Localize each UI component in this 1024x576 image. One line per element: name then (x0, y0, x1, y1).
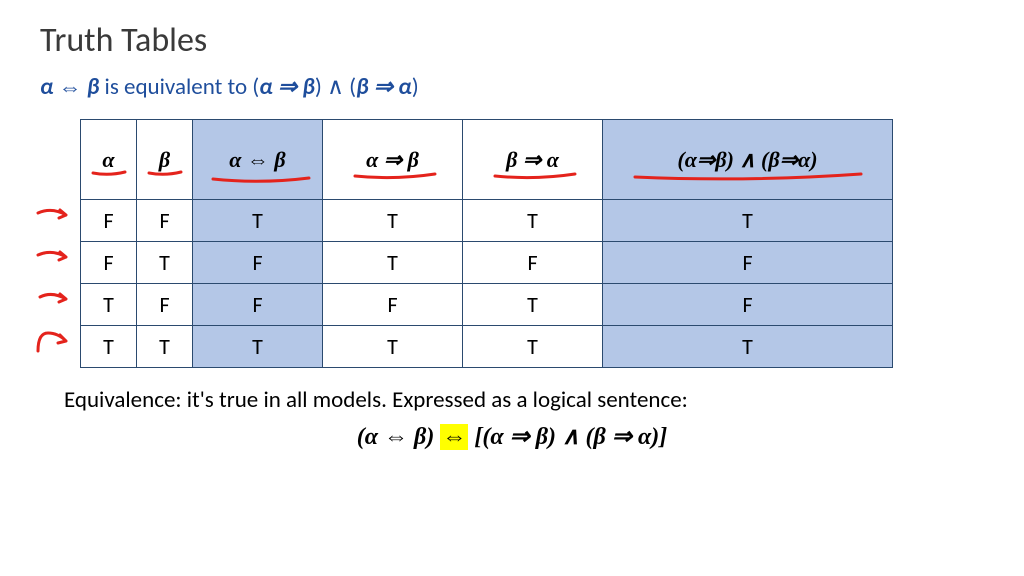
table-row: TFFFTF (81, 284, 893, 326)
header-label: α ⇒ β (366, 147, 419, 172)
row-arrow-icon (34, 203, 74, 373)
table-cell: T (463, 326, 603, 368)
sym-beta: β (87, 73, 99, 101)
underline-icon (211, 175, 311, 185)
table-cell: F (193, 284, 323, 326)
table-cell: T (463, 284, 603, 326)
header-label: β (159, 147, 170, 172)
table-cell: T (323, 242, 463, 284)
table-cell: T (137, 242, 193, 284)
col-a-implies-b: α ⇒ β (323, 120, 463, 200)
sym-alpha: α (398, 73, 411, 101)
sym-alpha: α (40, 73, 53, 101)
underline-icon (353, 171, 437, 181)
table-cell: F (323, 284, 463, 326)
footer-text: Equivalence: it's true in all models. Ex… (64, 386, 984, 414)
table-cell: T (193, 200, 323, 242)
underline-icon (633, 171, 863, 183)
header-label: α (102, 147, 114, 172)
table-header-row: α β α ⇔ β α ⇒ β β ⇒ α (81, 120, 893, 200)
table-cell: T (81, 326, 137, 368)
table-cell: T (603, 200, 893, 242)
table-cell: T (603, 326, 893, 368)
sym-iff: ⇔ (59, 73, 82, 101)
formula-iff-highlight: ⇔ (440, 424, 468, 450)
table-cell: F (81, 200, 137, 242)
col-conjunction: (α⇒β) ∧ (β⇒α) (603, 120, 893, 200)
underline-icon (493, 171, 577, 181)
table-row: TTTTTT (81, 326, 893, 368)
col-iff: α ⇔ β (193, 120, 323, 200)
table-cell: T (323, 326, 463, 368)
formula-right: [(α ⇒ β) ∧ (β ⇒ α)] (474, 424, 667, 450)
table-cell: T (193, 326, 323, 368)
table-cell: F (137, 200, 193, 242)
table-cell: F (463, 242, 603, 284)
table-cell: T (323, 200, 463, 242)
table-cell: F (603, 242, 893, 284)
table-cell: T (81, 284, 137, 326)
table-row: FTFTFF (81, 242, 893, 284)
equivalence-statement: α ⇔ β is equivalent to (α ⇒ β) ∧ (β ⇒ α) (40, 73, 984, 101)
truth-table: α β α ⇔ β α ⇒ β β ⇒ α (80, 119, 893, 368)
header-label: (α⇒β) ∧ (β⇒α) (677, 147, 817, 172)
table-cell: F (603, 284, 893, 326)
truth-table-wrap: α β α ⇔ β α ⇒ β β ⇒ α (80, 119, 984, 368)
col-alpha: α (81, 120, 137, 200)
sym-alpha: α (259, 73, 272, 101)
table-cell: F (193, 242, 323, 284)
table-cell: T (137, 326, 193, 368)
col-beta: β (137, 120, 193, 200)
formula-left: (α ⇔ β) (357, 424, 435, 450)
sym-implies: ⇒ (278, 73, 297, 101)
header-label: β ⇒ α (506, 147, 559, 172)
sym-beta: β (356, 73, 368, 101)
col-b-implies-a: β ⇒ α (463, 120, 603, 200)
equivalence-formula: (α ⇔ β) ⇔ [(α ⇒ β) ∧ (β ⇒ α)] (40, 422, 984, 451)
table-cell: F (81, 242, 137, 284)
table-cell: T (463, 200, 603, 242)
page-title: Truth Tables (40, 20, 984, 61)
table-cell: F (137, 284, 193, 326)
header-label: α ⇔ β (229, 147, 285, 172)
text-fragment: ) (412, 73, 419, 101)
sym-beta: β (302, 73, 314, 101)
text-fragment: is equivalent to ( (105, 73, 260, 101)
table-row: FFTTTT (81, 200, 893, 242)
text-fragment: ) ∧ ( (315, 73, 356, 101)
sym-implies: ⇒ (374, 73, 393, 101)
